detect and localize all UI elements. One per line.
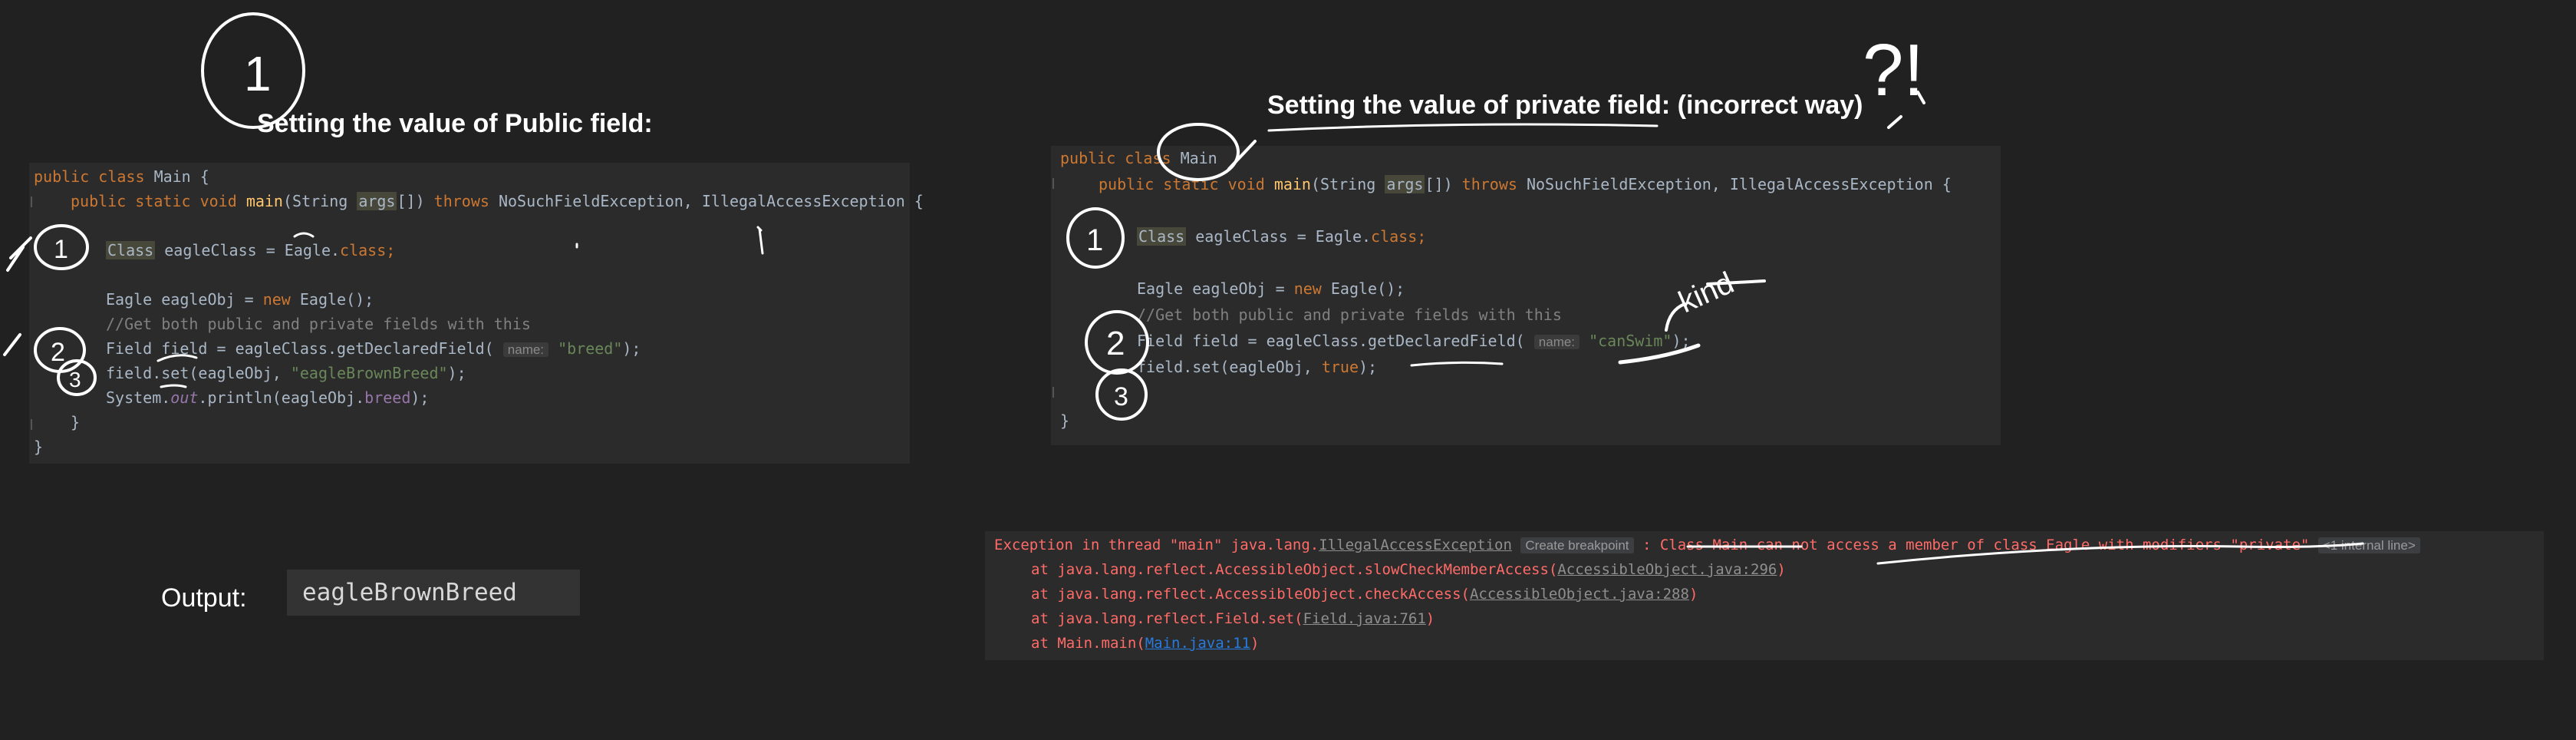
stack-link[interactable]: Field.java:761 [1303,610,1426,627]
annotation-exclamation: ?! [1863,29,1924,111]
fold-marker[interactable] [1052,387,1059,398]
stack-link[interactable]: AccessibleObject.java:296 [1557,561,1777,578]
exception-link[interactable]: IllegalAccessException [1319,537,1512,553]
right-heading: Setting the value of private field: (inc… [1267,91,1863,120]
code-line-2: public static void main(String args[]) t… [71,192,924,210]
stack-link[interactable]: AccessibleObject.java:288 [1470,586,1689,603]
output-label: Output: [161,583,247,613]
output-value: eagleBrownBreed [287,570,580,616]
code-comment: //Get both public and private fields wit… [106,315,531,333]
internal-line-toggle[interactable]: <1 internal line> [2317,537,2420,553]
code-line-7: field.set(eagleObj, true); [1137,358,1378,376]
code-line-3: Class eagleClass = Eagle.class; [1137,227,1427,246]
code-line-2: public static void main(String args[]) t… [1099,175,1952,193]
annotation-tick [3,333,21,356]
code-line-7: field.set(eagleObj, "eagleBrownBreed"); [106,364,466,382]
code-line-4: Eagle eagleObj = new Eagle(); [106,290,374,309]
annotation-number: 1 [244,46,272,101]
code-line-3: Class eagleClass = Eagle.class; [106,241,396,259]
stack-frame: at java.lang.reflect.AccessibleObject.sl… [1031,561,1786,578]
fold-marker[interactable] [31,419,37,430]
stack-link[interactable]: Main.java:11 [1145,635,1250,652]
left-heading: Setting the value of Public field: [257,109,653,138]
code-line-6: Field field = eagleClass.getDeclaredFiel… [106,339,641,358]
code-line-6: Field field = eagleClass.getDeclaredFiel… [1137,332,1691,350]
create-breakpoint-button[interactable]: Create breakpoint [1520,537,1634,553]
code-close-brace: } [1060,411,1070,430]
code-line-1: public class Main { [34,167,209,186]
param-hint: name: [1533,335,1580,349]
fold-marker[interactable] [31,197,37,207]
code-close-brace: } [34,438,44,456]
code-line-1: public class Main [1060,149,1217,167]
exception-line: Exception in thread "main" java.lang.Ill… [994,533,2420,558]
stack-frame: at Main.main(Main.java:11) [1031,635,1260,652]
code-comment: //Get both public and private fields wit… [1137,306,1562,324]
fold-marker[interactable] [1052,178,1059,189]
stack-frame: at java.lang.reflect.AccessibleObject.ch… [1031,586,1698,603]
console-output[interactable]: Exception in thread "main" java.lang.Ill… [985,531,2544,660]
param-hint: name: [502,342,549,357]
annotation-tick [6,236,32,272]
code-line-8: System.out.println(eagleObj.breed); [106,388,430,407]
annotation-mark [1887,91,1925,129]
right-code-editor[interactable]: public class Main public static void mai… [1051,146,2001,445]
code-line-4: Eagle eagleObj = new Eagle(); [1137,279,1405,298]
left-code-editor[interactable]: public class Main { public static void m… [29,163,924,464]
code-close-brace: } [71,413,81,431]
annotation-underline [1267,123,1659,132]
stack-frame: at java.lang.reflect.Field.set(Field.jav… [1031,610,1435,627]
